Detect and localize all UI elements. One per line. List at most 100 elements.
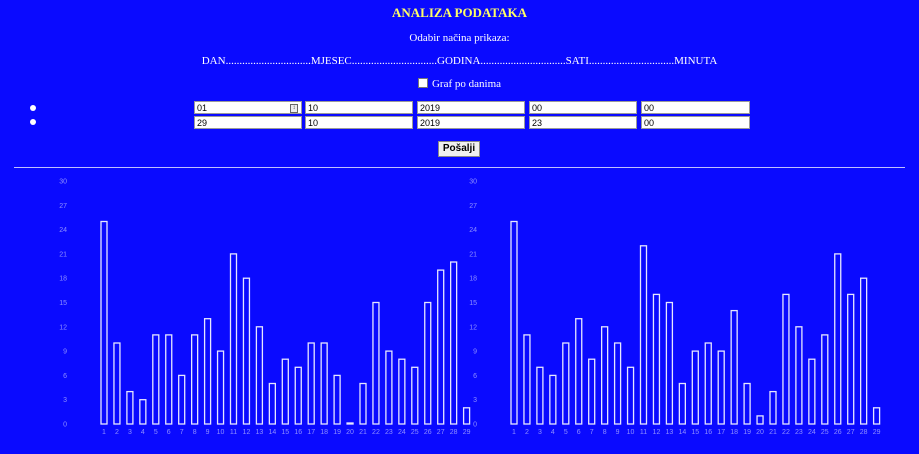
right-chart-ytick-label: 3 bbox=[473, 397, 477, 404]
left-chart-bar-17 bbox=[307, 342, 315, 425]
list-bullet bbox=[30, 119, 36, 125]
right-chart-xtick-label: 21 bbox=[769, 429, 777, 436]
left-chart-bar-4 bbox=[139, 399, 147, 425]
graph-by-day-label: Graf po danima bbox=[431, 78, 502, 90]
left-chart-ytick-label: 3 bbox=[63, 397, 67, 404]
left-chart-xtick-label: 5 bbox=[154, 429, 158, 436]
right-chart-xtick-label: 8 bbox=[603, 429, 607, 436]
left-chart-xtick-label: 26 bbox=[424, 429, 432, 436]
send-button[interactable]: Pošalji bbox=[438, 141, 480, 157]
right-chart-xtick-label: 17 bbox=[717, 429, 725, 436]
mode-separator: ............................... bbox=[351, 55, 438, 67]
left-chart-xtick-label: 1 bbox=[102, 429, 106, 436]
right-chart-xtick-label: 7 bbox=[590, 429, 594, 436]
end-minute-field[interactable]: 00 bbox=[641, 116, 750, 129]
right-chart-ytick-label: 24 bbox=[469, 227, 477, 234]
left-chart-bar-15 bbox=[281, 358, 289, 425]
left-chart-bar-26 bbox=[424, 301, 432, 425]
right-chart-xtick-label: 4 bbox=[551, 429, 555, 436]
right-chart-bar-12 bbox=[652, 293, 661, 425]
mode-label-mjesec[interactable]: MJESEC bbox=[311, 55, 352, 67]
mode-separator: ............................... bbox=[588, 55, 675, 67]
left-chart-xtick-label: 25 bbox=[411, 429, 419, 436]
right-chart-xtick-label: 22 bbox=[782, 429, 790, 436]
right-chart-bar-1 bbox=[510, 220, 518, 425]
right-chart-xtick-label: 29 bbox=[873, 429, 881, 436]
start-year-value: 2019 bbox=[420, 103, 441, 113]
left-chart-xtick-label: 2 bbox=[115, 429, 119, 436]
left-chart-xtick-label: 15 bbox=[281, 429, 289, 436]
left-chart-xtick-label: 9 bbox=[206, 429, 210, 436]
end-day-field[interactable]: 29 bbox=[194, 116, 302, 129]
left-chart-bar-7 bbox=[178, 374, 186, 425]
left-chart-ytick-label: 6 bbox=[63, 373, 67, 380]
left-chart-xtick-label: 13 bbox=[256, 429, 264, 436]
end-month-field[interactable]: 10 bbox=[305, 116, 413, 129]
left-chart-ytick-label: 12 bbox=[59, 324, 67, 331]
start-hour-field[interactable]: 00 bbox=[529, 101, 637, 114]
graph-by-day-checkbox[interactable] bbox=[417, 78, 428, 88]
left-chart-bar-11 bbox=[229, 253, 238, 425]
list-bullet bbox=[30, 105, 36, 111]
start-minute-field[interactable]: 00 bbox=[641, 101, 750, 114]
left-chart-ytick-label: 9 bbox=[63, 349, 67, 356]
right-chart-xtick-label: 16 bbox=[704, 429, 712, 436]
right-chart-bar-22 bbox=[782, 293, 790, 425]
right-chart-bar-15 bbox=[691, 350, 699, 425]
mode-label-godina[interactable]: GODINA bbox=[437, 55, 480, 67]
left-chart-bar-8 bbox=[190, 334, 199, 425]
left-chart-bar-3 bbox=[126, 390, 134, 425]
spinner-icon[interactable]: ↕ bbox=[290, 104, 298, 113]
left-chart-xtick-label: 19 bbox=[333, 429, 341, 436]
left-chart-xtick-label: 6 bbox=[167, 429, 171, 436]
left-chart-bar-6 bbox=[165, 334, 173, 425]
mode-label-dan[interactable]: DAN bbox=[202, 55, 226, 67]
left-chart-xtick-label: 4 bbox=[141, 429, 145, 436]
left-chart-bar-13 bbox=[255, 326, 264, 425]
left-chart-xtick-label: 17 bbox=[307, 429, 315, 436]
end-year-value: 2019 bbox=[420, 118, 441, 128]
right-chart-ytick-label: 21 bbox=[469, 251, 477, 258]
left-chart-bar-1 bbox=[100, 220, 108, 425]
start-day-select[interactable]: 01 ↕ bbox=[194, 101, 302, 114]
right-chart-bar-29 bbox=[872, 407, 881, 425]
left-chart-bar-19 bbox=[333, 374, 341, 425]
right-chart-bar-26 bbox=[834, 253, 842, 425]
left-chart-ytick-label: 18 bbox=[59, 276, 67, 283]
left-chart-bar-24 bbox=[398, 358, 406, 425]
left-chart-xtick-label: 27 bbox=[437, 429, 445, 436]
end-hour-value: 23 bbox=[532, 118, 543, 128]
start-month-value: 10 bbox=[308, 103, 319, 113]
right-chart-bar-3 bbox=[536, 366, 544, 425]
right-chart-xtick-label: 15 bbox=[691, 429, 699, 436]
left-chart-bar-25 bbox=[411, 366, 419, 425]
right-chart-xtick-label: 14 bbox=[678, 429, 686, 436]
mode-label-minuta[interactable]: MINUTA bbox=[674, 55, 717, 67]
end-hour-field[interactable]: 23 bbox=[529, 116, 637, 129]
right-chart-xtick-label: 26 bbox=[834, 429, 842, 436]
start-year-field[interactable]: 2019 bbox=[417, 101, 525, 114]
right-chart-bar-10 bbox=[626, 366, 635, 425]
start-month-field[interactable]: 10 bbox=[305, 101, 413, 114]
right-chart-bar-27 bbox=[847, 293, 855, 425]
mode-separator: ............................... bbox=[225, 55, 311, 67]
right-chart-xtick-label: 20 bbox=[756, 429, 764, 436]
left-chart-xtick-label: 12 bbox=[243, 429, 251, 436]
right-chart-bar-24 bbox=[808, 358, 816, 425]
right-chart-xtick-label: 25 bbox=[821, 429, 829, 436]
right-chart-xtick-label: 9 bbox=[616, 429, 620, 436]
end-day-value: 29 bbox=[197, 118, 208, 128]
right-chart-bar-5 bbox=[562, 342, 570, 425]
start-minute-value: 00 bbox=[644, 103, 655, 113]
end-month-value: 10 bbox=[308, 118, 319, 128]
right-chart-xtick-label: 28 bbox=[860, 429, 868, 436]
right-chart-bar-11 bbox=[639, 245, 648, 425]
right-chart-xtick-label: 24 bbox=[808, 429, 816, 436]
end-year-field[interactable]: 2019 bbox=[417, 116, 525, 129]
mode-label-sati[interactable]: SATI bbox=[566, 55, 589, 67]
left-chart-xtick-label: 7 bbox=[180, 429, 184, 436]
right-chart-bar-6 bbox=[575, 318, 583, 425]
right-chart-bar-14 bbox=[678, 382, 687, 425]
bar-chart-right: 0369121518212427301 2 3 4 5 6 7 8 9 10 11 12 13 14 15 1… bbox=[469, 179, 881, 437]
end-minute-value: 00 bbox=[644, 118, 655, 128]
